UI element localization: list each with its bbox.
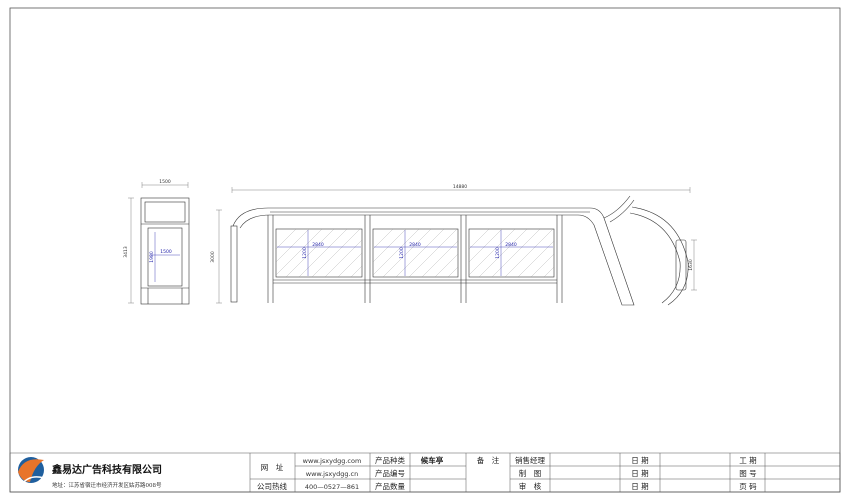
- panel-2-height: 1200: [399, 247, 405, 259]
- drawing-sheet: 1500 3413 1500 1980 14880 3000 2840 2840…: [9, 7, 841, 493]
- date-label-1: 日 期: [631, 456, 648, 465]
- drawing-no-label: 图 号: [739, 469, 756, 478]
- side-width-label: 1500: [159, 179, 171, 185]
- front-view: [230, 195, 689, 306]
- date-label-2: 日 期: [631, 469, 648, 478]
- panel-3-height: 1200: [495, 247, 501, 259]
- hotline-label: 公司热线: [257, 481, 287, 491]
- sheet-border: [9, 7, 841, 493]
- side-inner-width-label: 1500: [160, 249, 172, 255]
- front-height-label: 3000: [210, 251, 216, 263]
- panel-dimensions: [277, 230, 553, 276]
- website-label: 网 址: [261, 462, 284, 472]
- side-height-label: 3413: [123, 246, 129, 258]
- product-qty-label: 产品数量: [375, 481, 405, 491]
- side-view: [128, 182, 190, 305]
- front-length-label: 14880: [453, 184, 467, 190]
- right-panel-height-label: 1630: [688, 259, 694, 271]
- website-2[interactable]: www.jsxydgg.cn: [306, 470, 358, 478]
- company-address: 地址：江苏省宿迁市经济开发区姑苏路008号: [52, 481, 162, 489]
- page-label: 页 码: [739, 482, 757, 491]
- glass-hatching: [275, 228, 555, 278]
- panel-1-height: 1200: [302, 247, 308, 259]
- review-label: 审 核: [519, 481, 542, 491]
- panel-1-width: 2840: [312, 242, 324, 248]
- company-logo-icon: [18, 457, 45, 485]
- side-inner-height-label: 1980: [149, 251, 155, 263]
- date-label-3: 日 期: [631, 482, 648, 491]
- product-number-label: 产品编号: [375, 468, 405, 478]
- product-type-value: 候车亭: [421, 455, 444, 465]
- hotline-value: 400—0527—861: [305, 483, 359, 491]
- front-height-dimension: [216, 209, 222, 304]
- sales-manager-label: 销售经理: [515, 455, 545, 465]
- website-1[interactable]: www.jsxydgg.com: [303, 457, 362, 465]
- project-label: 工 期: [739, 456, 756, 465]
- panel-3-width: 2840: [505, 242, 517, 248]
- product-type-label: 产品种类: [375, 455, 405, 465]
- drawing-label: 制 图: [519, 468, 542, 478]
- company-name: 鑫易达广告科技有限公司: [51, 463, 162, 476]
- remarks-label: 备 注: [477, 455, 500, 465]
- panel-2-width: 2840: [409, 242, 421, 248]
